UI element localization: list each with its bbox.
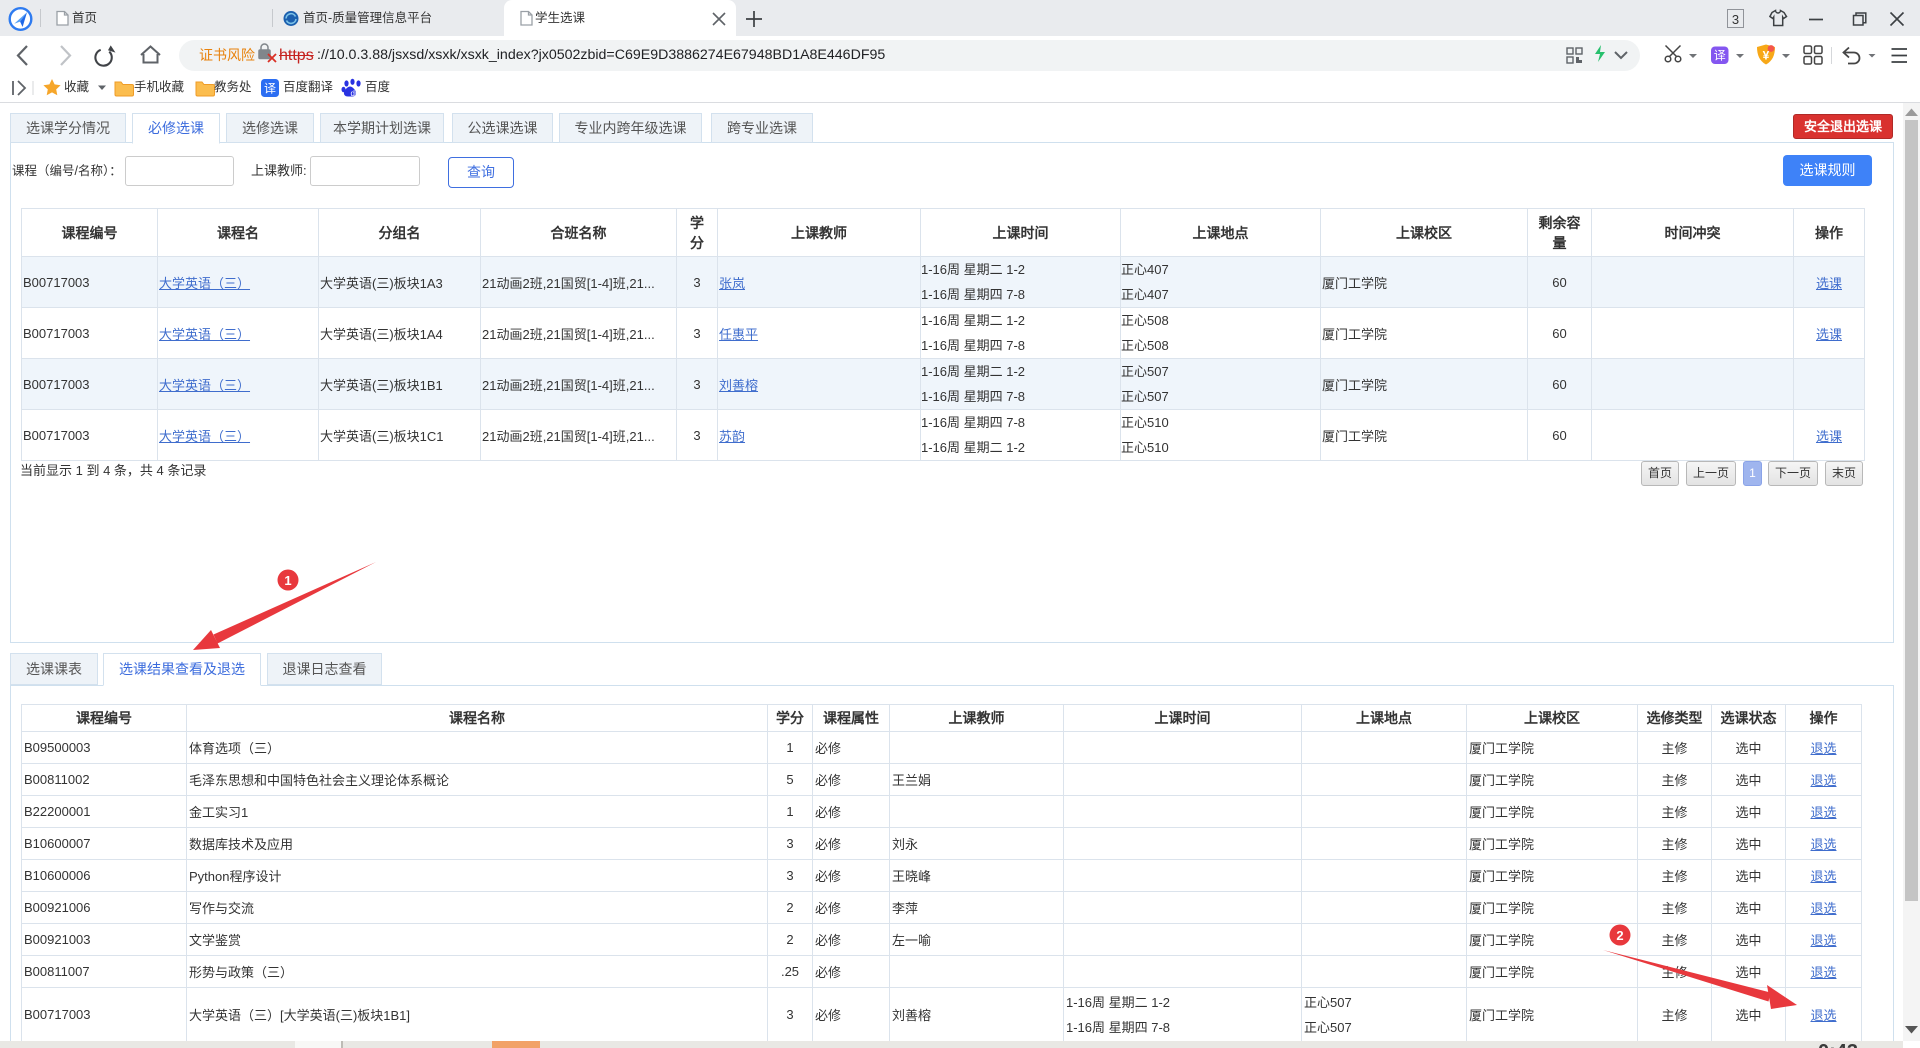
svg-text:译: 译 xyxy=(264,82,276,96)
svg-text:译: 译 xyxy=(1714,49,1726,63)
svg-text:du: du xyxy=(351,89,360,98)
